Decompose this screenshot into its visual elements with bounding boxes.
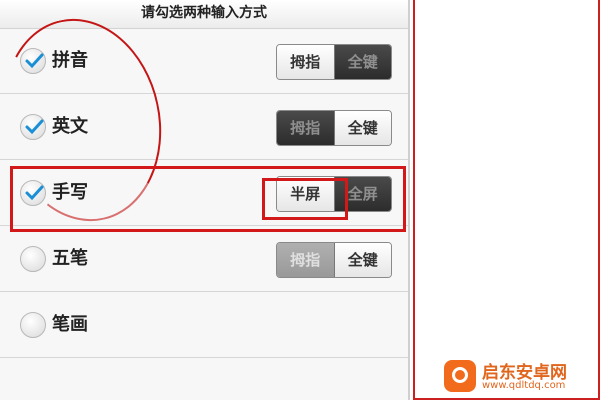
toggle-option-thumb[interactable]: 拇指 [277, 111, 334, 145]
checkbox-stroke[interactable] [20, 312, 46, 338]
keyboard-toggle-english[interactable]: 拇指 全键 [276, 110, 392, 146]
toggle-option-thumb[interactable]: 拇指 [277, 45, 334, 79]
row-label: 五笔 [52, 248, 88, 269]
toggle-option-full[interactable]: 全键 [333, 243, 391, 277]
keyboard-toggle-pinyin[interactable]: 拇指 全键 [276, 44, 392, 80]
row-label: 笔画 [52, 314, 88, 335]
toggle-option-full[interactable]: 全键 [333, 45, 391, 79]
watermark: 启东安卓网 www.qdltdq.com [444, 356, 594, 396]
list-item-stroke[interactable]: 笔画 [0, 292, 408, 358]
list-item-empty [0, 358, 408, 400]
annotation-highlight-button [262, 178, 348, 220]
toggle-option-thumb[interactable]: 拇指 [277, 243, 334, 277]
keyboard-toggle-wubi[interactable]: 拇指 全键 [276, 242, 392, 278]
toggle-option-full[interactable]: 全键 [333, 111, 391, 145]
checkbox-wubi[interactable] [20, 246, 46, 272]
watermark-logo-icon [444, 360, 476, 392]
right-blank-area [413, 0, 600, 400]
list-item-wubi[interactable]: 五笔 拇指 全键 [0, 226, 408, 292]
watermark-url: www.qdltdq.com [482, 380, 566, 391]
